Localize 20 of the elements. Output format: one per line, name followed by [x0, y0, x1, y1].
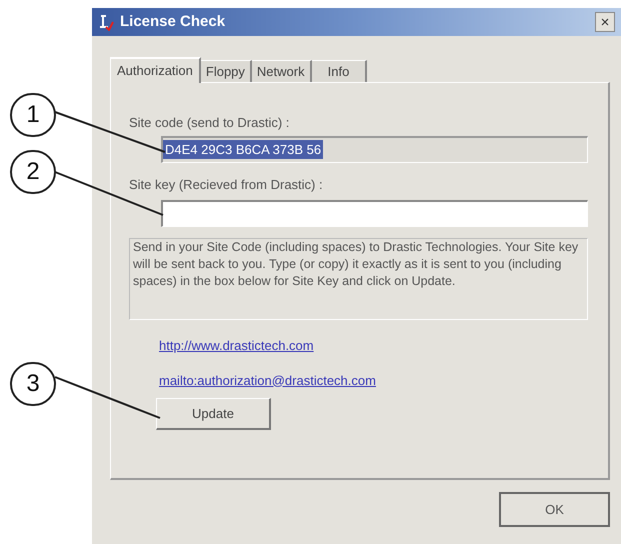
window-title: License Check: [120, 12, 226, 32]
callout-number: 1: [10, 93, 56, 137]
link[interactable]: http://www.drastictech.com: [159, 336, 314, 356]
update-button[interactable]: Update: [156, 398, 271, 430]
callout-number: 3: [10, 362, 56, 406]
ok-button[interactable]: OK: [499, 492, 610, 527]
tab[interactable]: Info: [312, 60, 368, 82]
tab[interactable]: Authorization: [110, 57, 201, 83]
link[interactable]: mailto:authorization@drastictech.com: [159, 370, 376, 390]
site-key-label: Site key (Recieved from Drastic) :: [129, 176, 324, 194]
instructions-text: Send in your Site Code (including spaces) to Drastic Technologies. Your Site key will be sent back to you. Type (or copy) it exactly as it is sent to you (including spaces) in the box below for Site Key and click on Update.: [129, 238, 588, 320]
site-code-value: D4E4 29C3 B6CA 373B 56: [163, 140, 324, 160]
tab[interactable]: Network: [252, 60, 312, 82]
close-button[interactable]: ×: [595, 12, 615, 32]
callout-number: 2: [10, 150, 56, 194]
site-code-label: Site code (send to Drastic) :: [129, 114, 290, 132]
site-code-field[interactable]: D4E4 29C3 B6CA 373B 56: [161, 136, 588, 162]
app-logo-icon: [98, 13, 114, 31]
tab[interactable]: Floppy: [200, 60, 252, 82]
site-key-field[interactable]: [161, 200, 588, 227]
